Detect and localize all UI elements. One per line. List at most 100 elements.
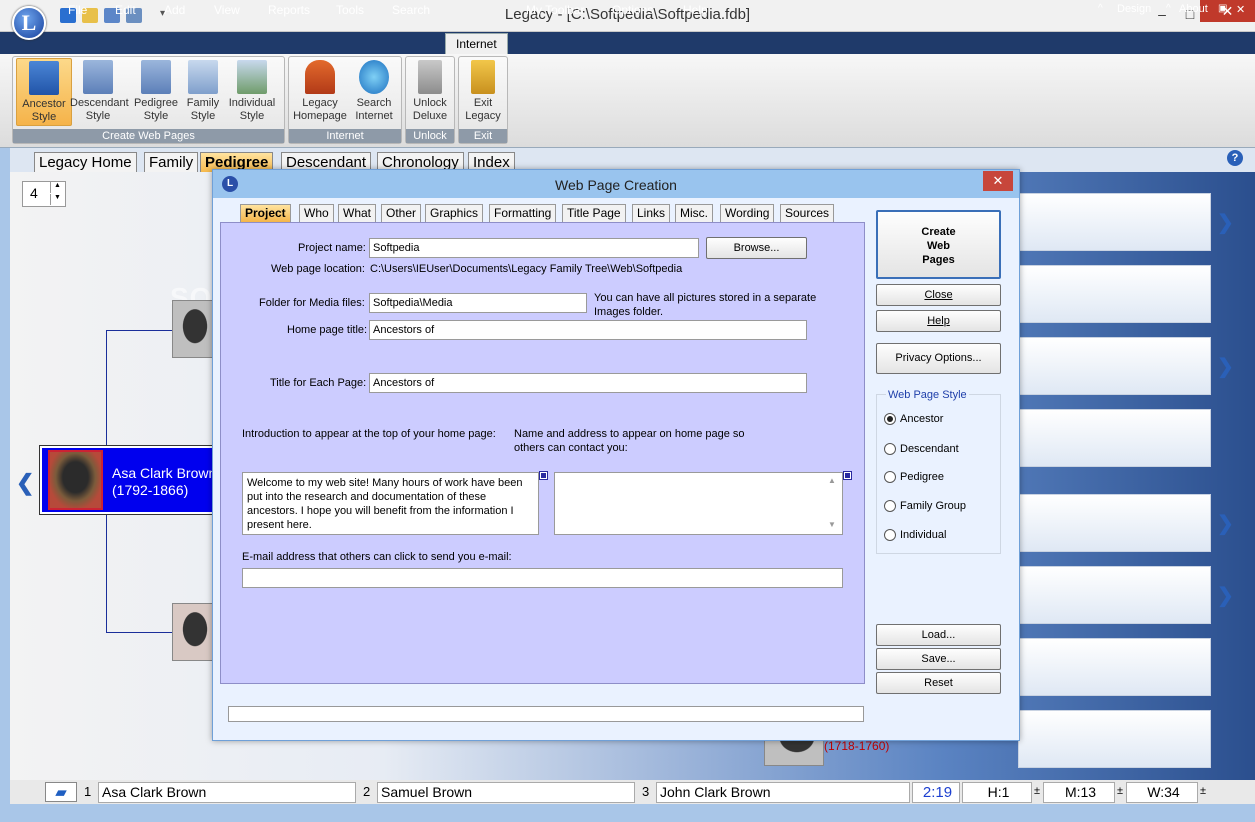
spinner-up-icon[interactable]: ▲ bbox=[50, 182, 64, 193]
menu-my-toolbar[interactable]: My Toolbar bbox=[526, 3, 584, 17]
ancestor-box[interactable] bbox=[1018, 710, 1211, 768]
load-button[interactable]: Load... bbox=[876, 624, 1001, 646]
navigate-right-icon[interactable]: ❯ bbox=[1217, 210, 1234, 235]
menu-about[interactable]: About bbox=[1179, 3, 1208, 15]
radio-family-group[interactable] bbox=[884, 500, 896, 512]
menu-design[interactable]: Design bbox=[1117, 3, 1151, 15]
minimize-button[interactable]: – bbox=[1148, 4, 1176, 24]
navigate-right-icon[interactable]: ❯ bbox=[1217, 511, 1234, 536]
tab-legacy-home[interactable]: Legacy Home bbox=[34, 152, 137, 172]
status-person-1[interactable]: Asa Clark Brown bbox=[98, 782, 356, 803]
menu-search[interactable]: Search bbox=[392, 3, 430, 17]
status-person-2[interactable]: Samuel Brown bbox=[377, 782, 635, 803]
menu-bar bbox=[0, 32, 1255, 54]
menu-internet[interactable]: Internet bbox=[445, 33, 508, 55]
menu-file[interactable]: File bbox=[68, 3, 87, 17]
ancestor-box[interactable] bbox=[1018, 494, 1211, 552]
mother-photo-placeholder[interactable] bbox=[172, 603, 214, 661]
home-title-label: Home page title: bbox=[287, 324, 368, 336]
intro-textarea[interactable]: Welcome to my web site! Many hours of wo… bbox=[242, 472, 539, 535]
navigate-right-icon[interactable]: ❯ bbox=[1217, 583, 1234, 608]
ancestor-box[interactable] bbox=[1018, 409, 1211, 467]
ribbon-group-label: Create Web Pages bbox=[13, 129, 284, 143]
ancestor-style-button[interactable]: Ancestor Style bbox=[16, 58, 72, 126]
status-pm[interactable]: ± bbox=[1200, 785, 1206, 797]
email-input[interactable] bbox=[242, 568, 843, 588]
status-m: M:13 bbox=[1043, 782, 1115, 803]
scroll-down-icon[interactable]: ▼ bbox=[828, 520, 836, 529]
menu-reports[interactable]: Reports bbox=[268, 3, 310, 17]
tab-wording[interactable]: Wording bbox=[720, 204, 775, 222]
exit-legacy-button[interactable]: Exit Legacy bbox=[455, 58, 511, 126]
restore-icon[interactable]: ▣ bbox=[1218, 3, 1227, 14]
collapse-ribbon-icon[interactable]: ^ bbox=[1098, 3, 1103, 14]
tab-links[interactable]: Links bbox=[632, 204, 671, 222]
menu-edit[interactable]: Edit bbox=[115, 3, 136, 17]
browse-button[interactable]: Browse... bbox=[706, 237, 807, 259]
privacy-options-button[interactable]: Privacy Options... bbox=[876, 343, 1001, 374]
project-name-input[interactable]: Softpedia bbox=[369, 238, 699, 258]
close-button[interactable]: Close bbox=[876, 284, 1001, 306]
ancestor-box[interactable] bbox=[1018, 566, 1211, 624]
status-pm[interactable]: ± bbox=[1034, 785, 1040, 797]
radio-descendant[interactable] bbox=[884, 443, 896, 455]
menu-add[interactable]: Add bbox=[164, 3, 185, 17]
legacy-logo-icon[interactable]: L bbox=[12, 6, 46, 40]
reset-button[interactable]: Reset bbox=[876, 672, 1001, 694]
radio-individual[interactable] bbox=[884, 529, 896, 541]
search-internet-button[interactable]: Search Internet bbox=[346, 58, 402, 126]
tab-misc[interactable]: Misc. bbox=[675, 204, 713, 222]
tab-what[interactable]: What bbox=[338, 204, 377, 222]
tab-project[interactable]: Project bbox=[240, 204, 291, 222]
each-title-input[interactable]: Ancestors of bbox=[369, 373, 807, 393]
radio-pedigree[interactable] bbox=[884, 471, 896, 483]
tab-other[interactable]: Other bbox=[381, 204, 422, 222]
tree-connector bbox=[106, 330, 174, 331]
descendant-style-icon bbox=[83, 60, 113, 94]
menu-tools[interactable]: Tools bbox=[336, 3, 364, 17]
ancestor-box[interactable] bbox=[1018, 265, 1211, 323]
radio-ancestor[interactable] bbox=[884, 413, 896, 425]
ancestor-box[interactable] bbox=[1018, 337, 1211, 395]
help-button[interactable]: Help bbox=[876, 310, 1001, 332]
status-pm[interactable]: ± bbox=[1117, 785, 1123, 797]
book-icon[interactable]: ▰ bbox=[45, 782, 77, 802]
ribbon-button-line1: Ancestor bbox=[22, 98, 66, 110]
create-web-pages-button[interactable]: Create Web Pages bbox=[876, 210, 1001, 279]
close-doc-icon[interactable]: ✕ bbox=[1236, 3, 1245, 16]
dialog-close-icon[interactable]: ✕ bbox=[983, 171, 1013, 191]
ancestor-box[interactable] bbox=[1018, 193, 1211, 251]
father-photo-placeholder[interactable] bbox=[172, 300, 214, 358]
legacy-homepage-button[interactable]: Legacy Homepage bbox=[292, 58, 348, 126]
expand-intro-icon[interactable] bbox=[539, 471, 548, 480]
individual-style-button[interactable]: Individual Style bbox=[224, 58, 280, 126]
tab-title-page[interactable]: Title Page bbox=[562, 204, 626, 222]
status-person-3[interactable]: John Clark Brown bbox=[656, 782, 910, 803]
menu-help[interactable]: Help bbox=[683, 3, 708, 17]
scroll-up-icon[interactable]: ▲ bbox=[828, 476, 836, 485]
about-chevron-icon[interactable]: ^ bbox=[1166, 3, 1171, 14]
navigate-left-icon[interactable]: ❮ bbox=[16, 470, 34, 496]
tab-family[interactable]: Family bbox=[144, 152, 199, 172]
help-question-icon[interactable]: ? bbox=[1227, 150, 1243, 166]
ancestor-box[interactable] bbox=[1018, 638, 1211, 696]
tab-who[interactable]: Who bbox=[299, 204, 334, 222]
descendant-style-button[interactable]: Descendant Style bbox=[70, 58, 129, 126]
spinner-down-icon[interactable]: ▼ bbox=[50, 194, 64, 205]
close-window-button[interactable]: ✕ bbox=[1200, 0, 1255, 22]
family-style-button[interactable]: Family Style bbox=[175, 58, 231, 126]
tab-formatting[interactable]: Formatting bbox=[489, 204, 557, 222]
unlock-deluxe-button[interactable]: Unlock Deluxe bbox=[402, 58, 458, 126]
tab-sources[interactable]: Sources bbox=[780, 204, 835, 222]
tab-graphics[interactable]: Graphics bbox=[425, 204, 484, 222]
create-label-1: Create bbox=[921, 226, 956, 238]
radio-family-group-label: Family Group bbox=[900, 500, 967, 512]
menu-options[interactable]: Options bbox=[612, 3, 653, 17]
navigate-right-icon[interactable]: ❯ bbox=[1217, 354, 1234, 379]
menu-view[interactable]: View bbox=[214, 3, 240, 17]
home-title-input[interactable]: Ancestors of bbox=[369, 320, 807, 340]
save-button[interactable]: Save... bbox=[876, 648, 1001, 670]
address-textarea[interactable] bbox=[554, 472, 843, 535]
media-folder-input[interactable]: Softpedia\Media bbox=[369, 293, 587, 313]
expand-address-icon[interactable] bbox=[843, 471, 852, 480]
